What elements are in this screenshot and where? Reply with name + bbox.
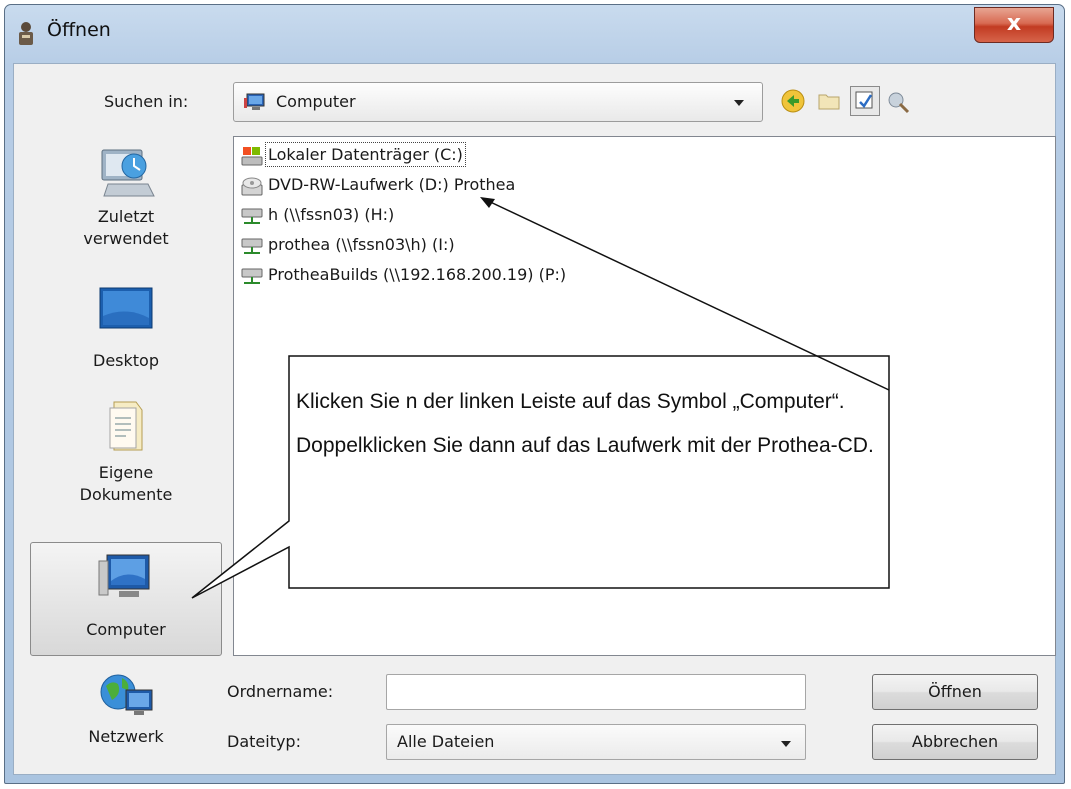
callout-paragraph: Doppelklicken Sie dann auf das Laufwerk … — [296, 434, 874, 457]
callout-text: Klicken Sie n der linken Leiste auf das … — [296, 388, 876, 476]
callout-paragraph: Klicken Sie n der linken Leiste auf das … — [296, 390, 845, 413]
